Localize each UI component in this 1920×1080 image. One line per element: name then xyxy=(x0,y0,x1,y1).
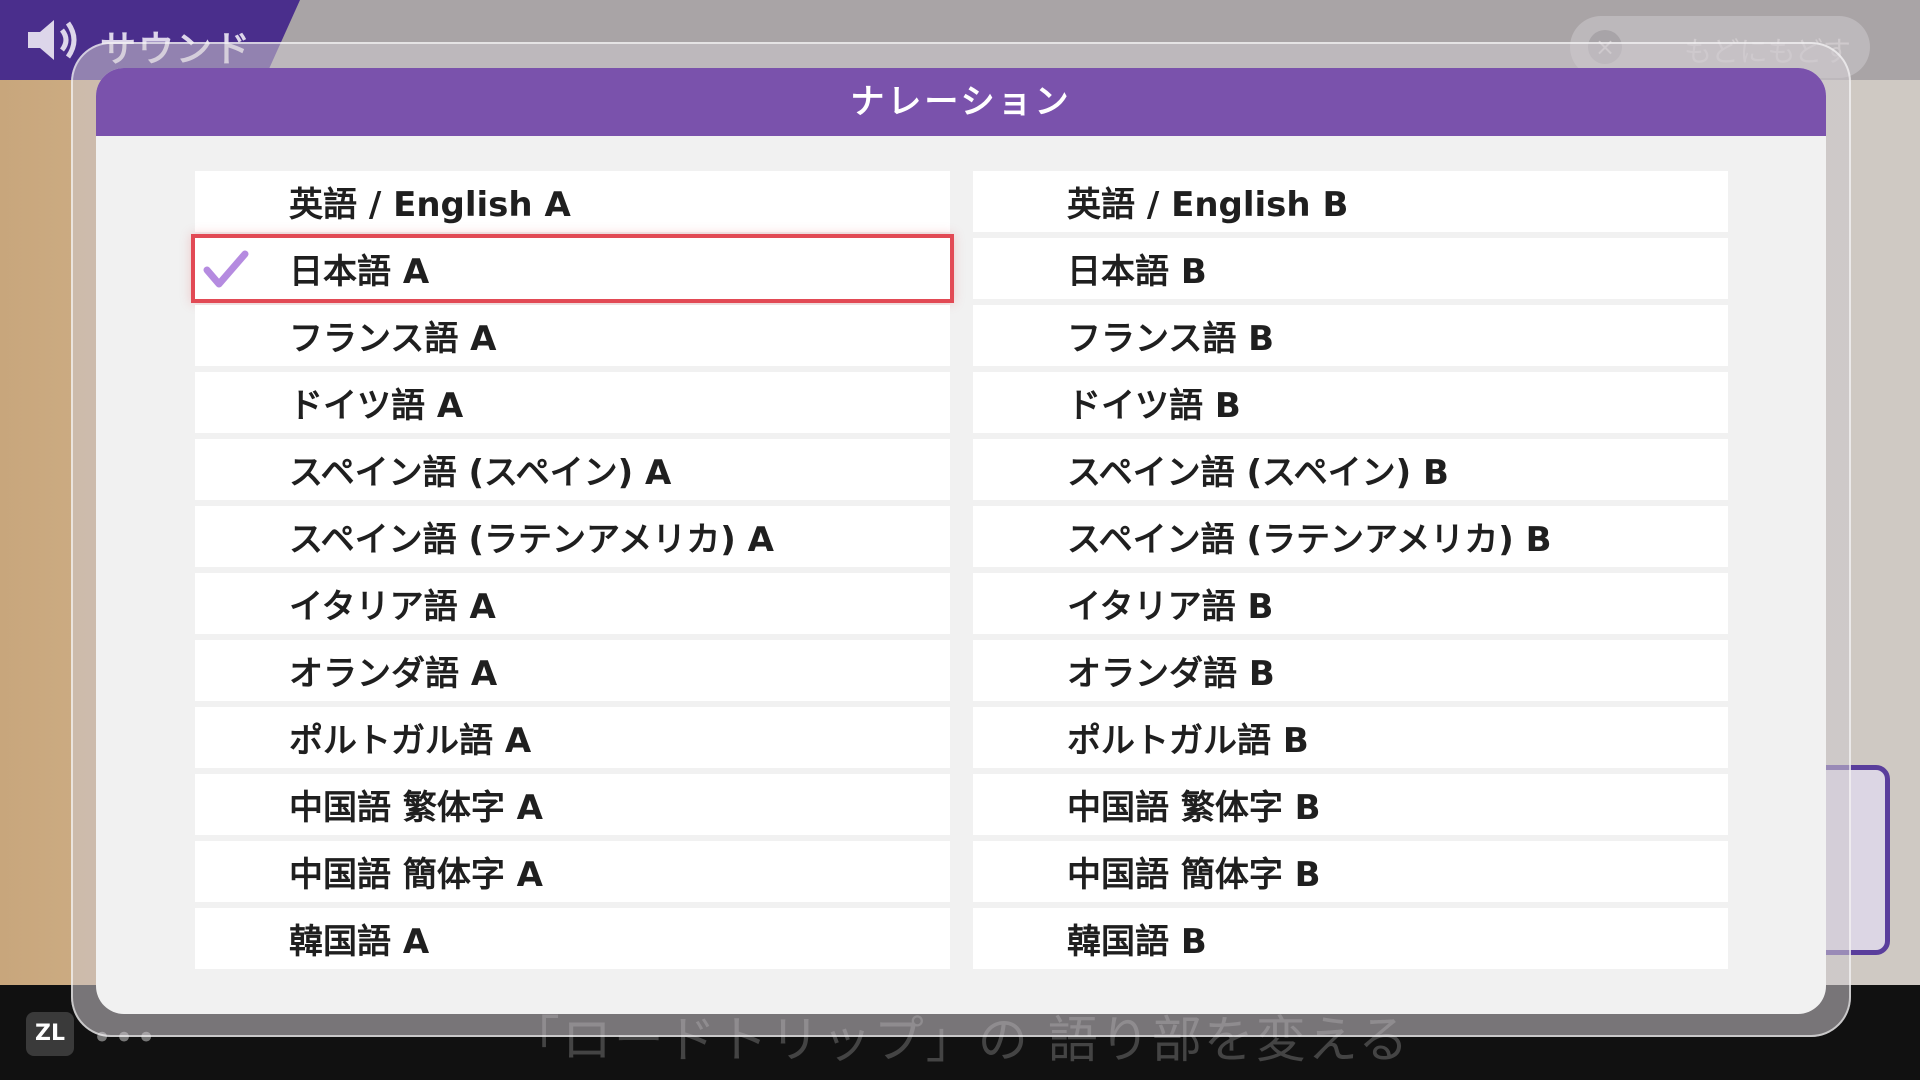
language-option-label: 韓国語 B xyxy=(1067,922,1207,962)
language-option[interactable]: 中国語 簡体字 A xyxy=(195,841,950,902)
language-option[interactable]: イタリア語 A xyxy=(195,573,950,634)
language-option-label: イタリア語 B xyxy=(1067,587,1274,627)
language-option[interactable]: ポルトガル語 B xyxy=(973,707,1728,768)
language-option[interactable]: スペイン語 (ラテンアメリカ) A xyxy=(195,506,950,567)
option-columns: 英語 / English A 日本語 A フランス語 A ドイツ語 A スペイン語 (ス… xyxy=(195,171,1728,975)
language-option-label: スペイン語 (スペイン) B xyxy=(1067,453,1449,493)
language-option-label: 中国語 繁体字 A xyxy=(289,788,543,828)
language-option[interactable]: ドイツ語 A xyxy=(195,372,950,433)
language-option-label: フランス語 A xyxy=(289,319,497,359)
language-option-label: スペイン語 (スペイン) A xyxy=(289,453,672,493)
option-column-a: 英語 / English A 日本語 A フランス語 A ドイツ語 A スペイン語 (ス… xyxy=(195,171,950,975)
language-option-label: 日本語 A xyxy=(289,252,430,292)
language-option-label: イタリア語 A xyxy=(289,587,496,627)
language-option[interactable]: 英語 / English B xyxy=(973,171,1728,232)
language-option-label: 中国語 簡体字 B xyxy=(1067,855,1321,895)
language-option-label: 中国語 簡体字 A xyxy=(289,855,543,895)
narration-dialog: ナレーション 英語 / English A 日本語 A フランス語 A ドイツ語 A ス… xyxy=(96,68,1826,1014)
language-option[interactable]: ドイツ語 B xyxy=(973,372,1728,433)
language-option-label: オランダ語 B xyxy=(1067,654,1275,694)
checkmark-icon xyxy=(203,250,249,288)
language-option[interactable]: 日本語 A xyxy=(195,238,950,299)
language-option[interactable]: 韓国語 B xyxy=(973,908,1728,969)
language-option[interactable]: 韓国語 A xyxy=(195,908,950,969)
language-option-label: ポルトガル語 A xyxy=(289,721,532,761)
speaker-icon xyxy=(28,20,77,60)
language-option[interactable]: 日本語 B xyxy=(973,238,1728,299)
language-option-label: 中国語 繁体字 B xyxy=(1067,788,1321,828)
language-option-label: 韓国語 A xyxy=(289,922,430,962)
language-option[interactable]: 中国語 繁体字 B xyxy=(973,774,1728,835)
dialog-title: ナレーション xyxy=(96,68,1826,136)
language-option[interactable]: スペイン語 (スペイン) A xyxy=(195,439,950,500)
language-option[interactable]: ポルトガル語 A xyxy=(195,707,950,768)
language-option[interactable]: 中国語 簡体字 B xyxy=(973,841,1728,902)
language-option-label: ドイツ語 B xyxy=(1067,386,1241,426)
language-option[interactable]: イタリア語 B xyxy=(973,573,1728,634)
language-option[interactable]: オランダ語 B xyxy=(973,640,1728,701)
language-option[interactable]: スペイン語 (スペイン) B xyxy=(973,439,1728,500)
language-option[interactable]: オランダ語 A xyxy=(195,640,950,701)
language-option-label: 英語 / English B xyxy=(1067,185,1349,225)
language-option-label: ドイツ語 A xyxy=(289,386,464,426)
language-option-label: スペイン語 (ラテンアメリカ) B xyxy=(1067,520,1552,560)
language-option-label: スペイン語 (ラテンアメリカ) A xyxy=(289,520,774,560)
language-option[interactable]: 中国語 繁体字 A xyxy=(195,774,950,835)
language-option-label: オランダ語 A xyxy=(289,654,498,694)
language-option[interactable]: スペイン語 (ラテンアメリカ) B xyxy=(973,506,1728,567)
language-option-label: ポルトガル語 B xyxy=(1067,721,1309,761)
language-option-label: 英語 / English A xyxy=(289,185,571,225)
language-option-label: 日本語 B xyxy=(1067,252,1207,292)
language-option[interactable]: フランス語 B xyxy=(973,305,1728,366)
language-option-label: フランス語 B xyxy=(1067,319,1275,359)
option-column-b: 英語 / English B 日本語 B フランス語 B ドイツ語 B スペイン語 (ス… xyxy=(973,171,1728,975)
language-option[interactable]: フランス語 A xyxy=(195,305,950,366)
language-option[interactable]: 英語 / English A xyxy=(195,171,950,232)
